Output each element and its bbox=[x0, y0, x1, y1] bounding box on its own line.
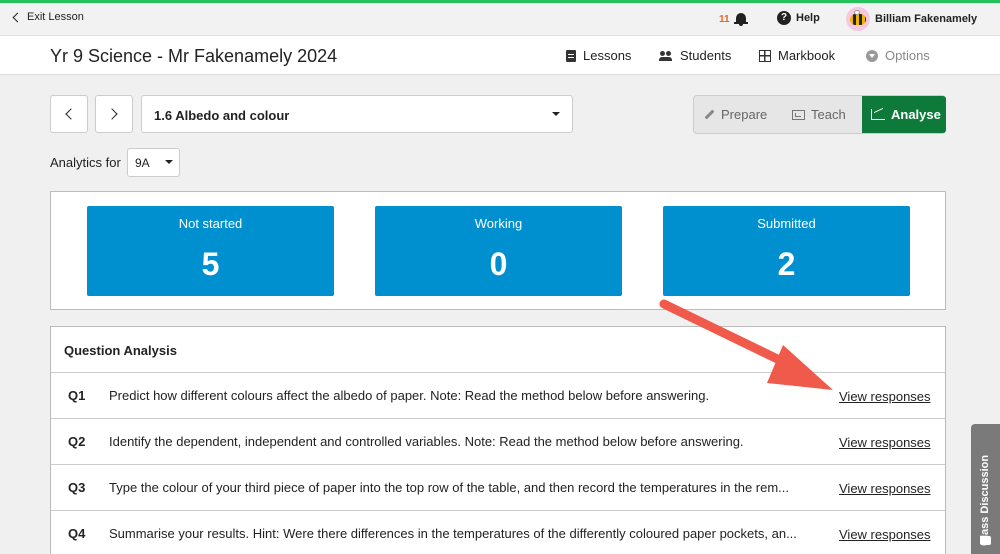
question-circle-icon: ? bbox=[777, 11, 791, 25]
mode-teach-label: Teach bbox=[811, 107, 846, 122]
view-responses-link[interactable]: View responses bbox=[839, 435, 931, 450]
nav-students-label: Students bbox=[680, 48, 732, 63]
stat-label: Working bbox=[474, 216, 523, 231]
caret-down-icon bbox=[552, 112, 560, 116]
class-discussion-tab[interactable]: Class Discussion bbox=[971, 424, 1000, 554]
view-responses-link[interactable]: View responses bbox=[839, 527, 931, 542]
people-icon bbox=[659, 50, 673, 61]
question-analysis-header: Question Analysis bbox=[51, 327, 945, 373]
stat-submitted[interactable]: Submitted 2 bbox=[663, 206, 910, 296]
bell-icon bbox=[733, 12, 748, 26]
page-title: Yr 9 Science - Mr Fakenamely 2024 bbox=[50, 46, 338, 66]
stat-label: Submitted bbox=[757, 216, 816, 231]
question-analysis-panel: Question Analysis Q1 Predict how differe… bbox=[50, 326, 946, 554]
nav-options[interactable]: Options bbox=[866, 48, 930, 63]
status-summary-panel: Not started 5 Working 0 Submitted 2 bbox=[50, 191, 946, 310]
avatar bbox=[846, 7, 870, 31]
chevron-left-icon bbox=[65, 108, 77, 120]
next-lesson-button[interactable] bbox=[95, 95, 133, 133]
question-text: Type the colour of your third piece of p… bbox=[109, 480, 790, 495]
course-header: Yr 9 Science - Mr Fakenamely 2024 Lesson… bbox=[0, 36, 1000, 75]
question-row: Q1 Predict how different colours affect … bbox=[51, 373, 945, 419]
question-number: Q2 bbox=[68, 434, 86, 449]
question-text: Predict how different colours affect the… bbox=[109, 388, 710, 403]
mode-analyse-label: Analyse bbox=[891, 107, 941, 122]
stat-value: 5 bbox=[201, 246, 220, 282]
nav-lessons[interactable]: Lessons bbox=[566, 48, 631, 63]
notifications-button[interactable]: 11 bbox=[719, 12, 748, 26]
class-select-value: 9A bbox=[135, 156, 150, 170]
stat-working[interactable]: Working 0 bbox=[375, 206, 622, 296]
mode-prepare[interactable]: Prepare bbox=[704, 96, 767, 133]
question-number: Q1 bbox=[68, 388, 86, 403]
lesson-select-value: 1.6 Albedo and colour bbox=[154, 108, 290, 123]
exit-lesson-button[interactable]: Exit Lesson bbox=[12, 11, 84, 23]
stat-value: 0 bbox=[489, 246, 508, 282]
user-menu[interactable]: Billiam Fakenamely bbox=[846, 7, 977, 31]
caret-down-icon bbox=[165, 160, 173, 164]
stat-value: 2 bbox=[777, 246, 796, 282]
help-button[interactable]: ? Help bbox=[777, 11, 820, 25]
nav-students[interactable]: Students bbox=[659, 48, 731, 63]
document-icon bbox=[566, 49, 576, 62]
question-row: Q4 Summarise your results. Hint: Were th… bbox=[51, 511, 945, 554]
help-label: Help bbox=[796, 12, 820, 24]
question-text: Identify the dependent, independent and … bbox=[109, 434, 744, 449]
question-number: Q4 bbox=[68, 526, 86, 541]
nav-markbook-label: Markbook bbox=[778, 48, 836, 63]
exit-lesson-label: Exit Lesson bbox=[27, 11, 84, 23]
nav-options-label: Options bbox=[885, 48, 930, 63]
question-number: Q3 bbox=[68, 480, 86, 495]
chevron-right-icon bbox=[106, 108, 118, 120]
analytics-for-label: Analytics for bbox=[50, 155, 121, 170]
chevron-left-icon bbox=[12, 12, 23, 23]
mode-prepare-label: Prepare bbox=[721, 107, 768, 122]
lesson-select[interactable]: 1.6 Albedo and colour bbox=[141, 95, 573, 133]
mode-teach[interactable]: Teach bbox=[792, 96, 846, 133]
nav-markbook[interactable]: Markbook bbox=[759, 48, 835, 63]
class-discussion-label: Class Discussion bbox=[979, 454, 991, 546]
mode-toggle: Prepare Teach Analyse bbox=[693, 95, 946, 134]
top-bar: Exit Lesson 11 ? Help Billiam Fakenamely bbox=[0, 3, 1000, 36]
stat-not-started[interactable]: Not started 5 bbox=[87, 206, 334, 296]
notification-count: 11 bbox=[719, 13, 730, 25]
class-select[interactable]: 9A bbox=[127, 148, 180, 177]
grid-icon bbox=[759, 49, 771, 62]
pencil-icon bbox=[704, 109, 715, 120]
question-row: Q3 Type the colour of your third piece o… bbox=[51, 465, 945, 511]
view-responses-link[interactable]: View responses bbox=[839, 481, 931, 496]
user-name: Billiam Fakenamely bbox=[875, 13, 978, 25]
chevron-circle-icon bbox=[866, 49, 878, 62]
question-text: Summarise your results. Hint: Were there… bbox=[109, 526, 797, 541]
line-chart-icon bbox=[871, 109, 885, 120]
mode-analyse[interactable]: Analyse bbox=[862, 96, 946, 133]
nav-lessons-label: Lessons bbox=[583, 48, 632, 63]
previous-lesson-button[interactable] bbox=[50, 95, 88, 133]
question-analysis-title: Question Analysis bbox=[64, 343, 177, 358]
view-responses-link[interactable]: View responses bbox=[839, 389, 931, 404]
stat-label: Not started bbox=[178, 216, 243, 231]
question-row: Q2 Identify the dependent, independent a… bbox=[51, 419, 945, 465]
whiteboard-icon bbox=[792, 109, 805, 120]
